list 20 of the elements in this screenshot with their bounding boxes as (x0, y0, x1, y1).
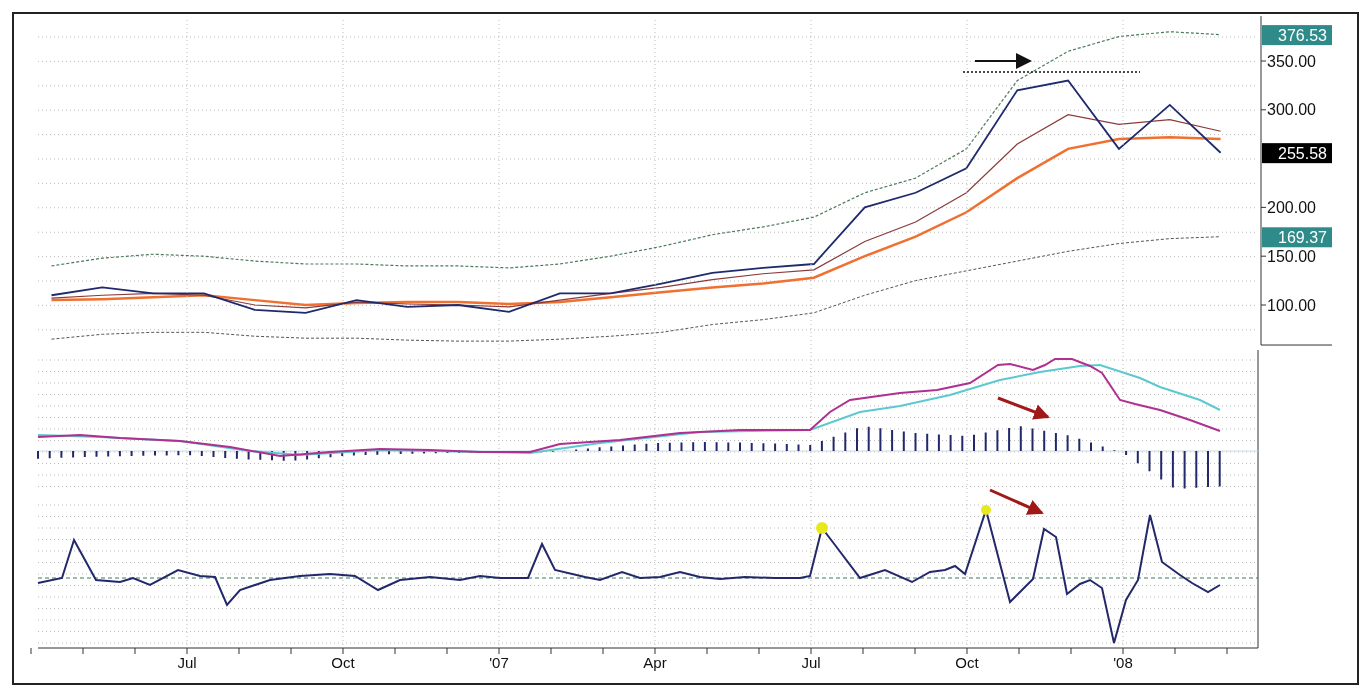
axis-tick-label: Oct (955, 654, 979, 671)
axis-tick-label: '08 (1113, 654, 1133, 671)
arrow-icon (974, 53, 1032, 69)
arrow-icon (989, 488, 1044, 515)
axis-tick-label: Oct (331, 654, 355, 671)
axis-tick-label: Jul (177, 654, 197, 671)
axis-tick-label: 150.00 (1267, 247, 1316, 265)
axis-tick-label: '07 (489, 654, 509, 671)
axis-tick-label: 300.00 (1267, 101, 1316, 119)
axis-tick-label: 100.00 (1267, 296, 1316, 314)
price-badge: 376.53 (1262, 25, 1332, 46)
highlight-dot-icon (816, 522, 828, 534)
price-badge: 169.37 (1262, 227, 1332, 248)
axis-tick-label: Apr (643, 654, 667, 671)
axis-tick-label: Jul (801, 654, 821, 671)
axis-tick-label: 350.00 (1267, 52, 1316, 70)
arrow-icon (997, 396, 1050, 420)
price-badge: 255.58 (1262, 143, 1332, 164)
highlight-dot-icon (981, 505, 991, 515)
axis-tick-label: 200.00 (1267, 198, 1316, 216)
